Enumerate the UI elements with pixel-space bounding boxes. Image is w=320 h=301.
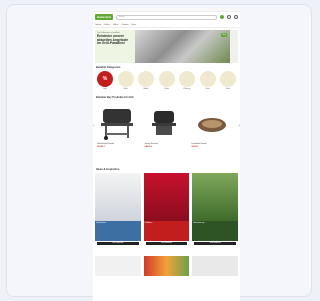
search-input[interactable]: Suche	[115, 14, 217, 20]
product-price: 59,99 €	[191, 146, 199, 148]
idea-card[interactable]: Gartenideen Jetzt entdecken	[95, 173, 141, 250]
categories-title: Beliebte Kategorien	[96, 66, 121, 69]
category-image	[220, 71, 236, 87]
category-image	[179, 71, 195, 87]
category-item[interactable]: Pools	[158, 71, 176, 90]
cart-icon[interactable]	[234, 15, 238, 19]
chevron-left-icon[interactable]: ‹	[93, 123, 95, 129]
category-label: Pools	[164, 88, 169, 90]
category-item[interactable]: Deko	[199, 71, 217, 90]
nav-item[interactable]: Grillen	[104, 24, 110, 26]
idea-image	[95, 173, 141, 221]
product-image	[191, 101, 236, 141]
bottom-banner[interactable]	[143, 256, 190, 276]
product-image	[144, 101, 189, 141]
product-price: 149,99 €	[144, 146, 153, 148]
idea-button[interactable]: Jetzt entdecken	[97, 242, 139, 245]
sale-icon: %	[97, 71, 113, 87]
idea-caption: Grillideen	[143, 221, 190, 241]
bottom-banner[interactable]	[192, 256, 239, 276]
category-image	[138, 71, 154, 87]
idea-image	[192, 173, 239, 221]
product-card[interactable]: Holzkohlegrill Smoker 199,99 €	[97, 101, 142, 165]
user-icon[interactable]	[220, 15, 224, 19]
product-name: Hundebett Komfort	[191, 143, 207, 145]
site-header: Gartenxxl Suche	[93, 12, 240, 22]
product-card[interactable]: -15% Hundebett Komfort 59,99 €	[191, 101, 236, 165]
bottom-banner-row	[93, 256, 240, 276]
category-image	[158, 71, 175, 87]
category-item[interactable]: Möbel	[137, 71, 155, 90]
category-label: Deko	[205, 88, 210, 90]
chevron-right-icon[interactable]: ›	[238, 123, 240, 129]
products-title: Beliebte Bay Produkte für dich	[96, 96, 134, 99]
product-price: 199,99 €	[97, 146, 105, 148]
hero-next-slide[interactable]	[230, 30, 238, 63]
idea-image	[143, 173, 190, 221]
hero-image: Neu	[135, 30, 230, 63]
idea-card[interactable]: Grillideen Jetzt entdecken	[143, 173, 190, 250]
nav-item[interactable]: Haus	[132, 24, 137, 26]
webpage[interactable]: Gartenxxl Suche Garten Grillen Möbel Out…	[93, 8, 240, 301]
category-label: Tools	[225, 88, 231, 90]
smoker-grill-image	[101, 109, 133, 140]
product-card[interactable]: -20% Gasgrill Kompakt 149,99 €	[144, 101, 189, 165]
product-image	[97, 101, 142, 141]
idea-caption: Bewässerung	[192, 221, 239, 241]
category-item[interactable]: % Sale	[96, 71, 114, 90]
heart-icon[interactable]	[227, 15, 231, 19]
idea-button[interactable]: Jetzt entdecken	[194, 242, 237, 245]
hero-text: Die Grillsaison ist eröffnet Entdecke un…	[95, 30, 135, 63]
product-name: Holzkohlegrill Smoker	[97, 143, 115, 145]
category-item[interactable]: Tools	[219, 71, 237, 90]
dog-bed-image	[197, 118, 226, 132]
hero-headline: Entdecke unsere aktuellen Angebote im Gr…	[97, 34, 129, 46]
category-item[interactable]: Grills	[117, 71, 135, 90]
category-item[interactable]: Pflanzen	[178, 71, 196, 90]
category-label: Grills	[123, 88, 128, 90]
idea-button[interactable]: Jetzt entdecken	[145, 242, 188, 245]
category-label: Möbel	[143, 88, 149, 90]
category-image	[199, 71, 216, 87]
nav-item[interactable]: Garten	[95, 24, 101, 26]
bottom-banner[interactable]	[95, 256, 141, 276]
hero-banner[interactable]: Die Grillsaison ist eröffnet Entdecke un…	[95, 30, 238, 63]
category-label: Pflanzen	[183, 88, 191, 90]
category-list: % Sale Grills Möbel Pools Pflanzen Deko …	[93, 71, 240, 90]
nav-item[interactable]: Möbel	[113, 24, 118, 26]
nav-item[interactable]: Outdoor	[121, 24, 128, 26]
main-navigation: Garten Grillen Möbel Outdoor Haus	[93, 22, 240, 28]
product-name: Gasgrill Kompakt	[144, 143, 159, 145]
gas-grill-image	[152, 111, 177, 135]
idea-card[interactable]: Bewässerung Jetzt entdecken	[192, 173, 239, 250]
hero-tag: Neu	[221, 33, 227, 37]
category-image	[117, 71, 134, 87]
ideas-title: Ideen & Inspiration	[96, 168, 120, 171]
site-logo[interactable]: Gartenxxl	[95, 14, 113, 20]
product-carousel: ‹ Holzkohlegrill Smoker 199,99 € -20%	[93, 101, 240, 165]
ideas-grid: Gartenideen Jetzt entdecken Grillideen J…	[93, 173, 240, 250]
category-label: Sale	[103, 88, 107, 90]
idea-caption: Gartenideen	[95, 221, 141, 241]
